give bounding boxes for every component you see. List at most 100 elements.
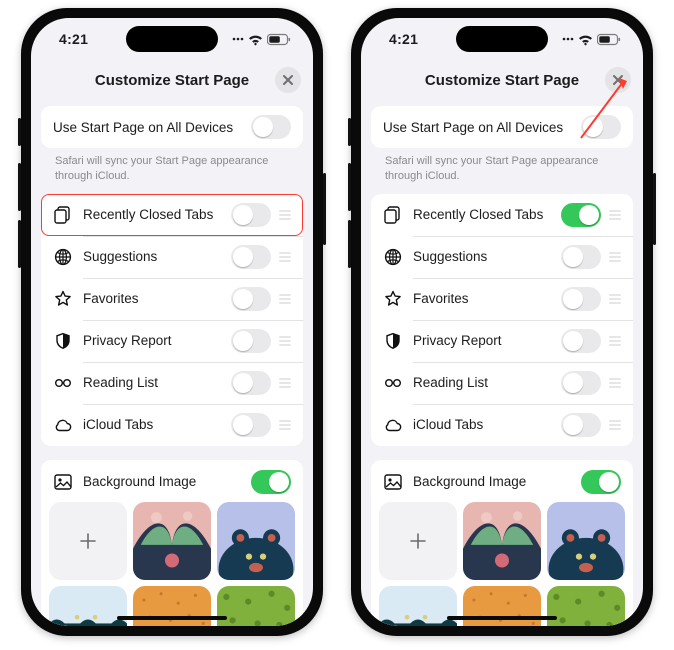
row-reading-list: Reading List bbox=[41, 362, 303, 404]
dynamic-island bbox=[126, 26, 218, 52]
all-devices-row: Use Start Page on All Devices bbox=[371, 106, 633, 148]
suggestions-toggle[interactable] bbox=[561, 245, 601, 269]
background-image-section: Background Image bbox=[371, 460, 633, 626]
reorder-handle-icon[interactable] bbox=[609, 294, 621, 304]
shield-icon bbox=[383, 331, 403, 351]
row-label: Background Image bbox=[413, 474, 581, 489]
star-icon bbox=[383, 289, 403, 309]
glasses-icon bbox=[53, 373, 73, 393]
icloud-tabs-toggle[interactable] bbox=[561, 413, 601, 437]
plus-icon bbox=[77, 530, 99, 552]
status-extra-icon bbox=[562, 33, 574, 45]
icloud-tabs-toggle[interactable] bbox=[231, 413, 271, 437]
row-privacy-report: Privacy Report bbox=[41, 320, 303, 362]
glasses-icon bbox=[383, 373, 403, 393]
background-image-section: Background Image bbox=[41, 460, 303, 626]
status-time: 4:21 bbox=[389, 31, 418, 47]
row-label: iCloud Tabs bbox=[83, 417, 231, 432]
privacy-report-toggle[interactable] bbox=[231, 329, 271, 353]
reorder-handle-icon[interactable] bbox=[279, 336, 291, 346]
suggestions-toggle[interactable] bbox=[231, 245, 271, 269]
background-tile[interactable] bbox=[217, 502, 295, 580]
favorites-toggle[interactable] bbox=[561, 287, 601, 311]
reorder-handle-icon[interactable] bbox=[609, 336, 621, 346]
wifi-icon bbox=[248, 33, 263, 46]
battery-icon bbox=[267, 33, 291, 46]
cloud-icon bbox=[383, 415, 403, 435]
row-background-image: Background Image bbox=[371, 460, 633, 502]
cloud-icon bbox=[53, 415, 73, 435]
all-devices-row: Use Start Page on All Devices bbox=[41, 106, 303, 148]
row-label: iCloud Tabs bbox=[413, 417, 561, 432]
screen: 4:21 Customize Start Page Use bbox=[361, 18, 643, 626]
row-label: Reading List bbox=[413, 375, 561, 390]
row-label: Suggestions bbox=[83, 249, 231, 264]
photo-icon bbox=[53, 472, 73, 492]
row-background-image: Background Image bbox=[41, 460, 303, 502]
wifi-icon bbox=[578, 33, 593, 46]
close-button[interactable] bbox=[605, 67, 631, 93]
row-label: Recently Closed Tabs bbox=[83, 207, 231, 222]
row-label: Suggestions bbox=[413, 249, 561, 264]
reading-list-toggle[interactable] bbox=[231, 371, 271, 395]
background-image-toggle[interactable] bbox=[251, 470, 291, 494]
reorder-handle-icon[interactable] bbox=[609, 210, 621, 220]
row-label: Favorites bbox=[413, 291, 561, 306]
all-devices-toggle[interactable] bbox=[581, 115, 621, 139]
all-devices-footnote: Safari will sync your Start Page appeara… bbox=[41, 148, 303, 188]
row-label: Privacy Report bbox=[83, 333, 231, 348]
background-tile[interactable] bbox=[547, 586, 625, 626]
phone-frame: 4:21 Customize Start Page Use bbox=[351, 8, 653, 636]
row-suggestions: Suggestions bbox=[41, 236, 303, 278]
background-tile[interactable] bbox=[547, 502, 625, 580]
close-icon bbox=[281, 73, 295, 87]
background-image-toggle[interactable] bbox=[581, 470, 621, 494]
recently-closed-toggle[interactable] bbox=[561, 203, 601, 227]
row-icloud-tabs: iCloud Tabs bbox=[371, 404, 633, 446]
all-devices-toggle[interactable] bbox=[251, 115, 291, 139]
row-reading-list: Reading List bbox=[371, 362, 633, 404]
background-tile[interactable] bbox=[463, 502, 541, 580]
all-devices-footnote: Safari will sync your Start Page appeara… bbox=[371, 148, 633, 188]
reorder-handle-icon[interactable] bbox=[609, 252, 621, 262]
home-indicator[interactable] bbox=[117, 616, 227, 620]
add-background-tile[interactable] bbox=[49, 502, 127, 580]
close-icon bbox=[611, 73, 625, 87]
reorder-handle-icon[interactable] bbox=[279, 420, 291, 430]
favorites-toggle[interactable] bbox=[231, 287, 271, 311]
plus-icon bbox=[407, 530, 429, 552]
row-label: Favorites bbox=[83, 291, 231, 306]
reorder-handle-icon[interactable] bbox=[609, 378, 621, 388]
background-tile[interactable] bbox=[379, 586, 457, 626]
status-extra-icon bbox=[232, 33, 244, 45]
rect-on-rect-icon bbox=[53, 205, 73, 225]
phone-frame: 4:21 Customize Start Page Use bbox=[21, 8, 323, 636]
home-indicator[interactable] bbox=[447, 616, 557, 620]
close-button[interactable] bbox=[275, 67, 301, 93]
reorder-handle-icon[interactable] bbox=[279, 252, 291, 262]
row-suggestions: Suggestions bbox=[371, 236, 633, 278]
all-devices-label: Use Start Page on All Devices bbox=[53, 120, 251, 135]
dynamic-island bbox=[456, 26, 548, 52]
background-tile[interactable] bbox=[217, 586, 295, 626]
background-tile[interactable] bbox=[49, 586, 127, 626]
photo-icon bbox=[383, 472, 403, 492]
globe-icon bbox=[53, 247, 73, 267]
page-title: Customize Start Page bbox=[95, 72, 249, 89]
reorder-handle-icon[interactable] bbox=[279, 378, 291, 388]
row-recently-closed-tabs: Recently Closed Tabs bbox=[41, 194, 303, 236]
reorder-handle-icon[interactable] bbox=[279, 294, 291, 304]
recently-closed-toggle[interactable] bbox=[231, 203, 271, 227]
row-icloud-tabs: iCloud Tabs bbox=[41, 404, 303, 446]
row-recently-closed-tabs: Recently Closed Tabs bbox=[371, 194, 633, 236]
reading-list-toggle[interactable] bbox=[561, 371, 601, 395]
battery-icon bbox=[597, 33, 621, 46]
reorder-handle-icon[interactable] bbox=[609, 420, 621, 430]
row-label: Background Image bbox=[83, 474, 251, 489]
privacy-report-toggle[interactable] bbox=[561, 329, 601, 353]
reorder-handle-icon[interactable] bbox=[279, 210, 291, 220]
add-background-tile[interactable] bbox=[379, 502, 457, 580]
row-favorites: Favorites bbox=[371, 278, 633, 320]
row-label: Recently Closed Tabs bbox=[413, 207, 561, 222]
background-tile[interactable] bbox=[133, 502, 211, 580]
